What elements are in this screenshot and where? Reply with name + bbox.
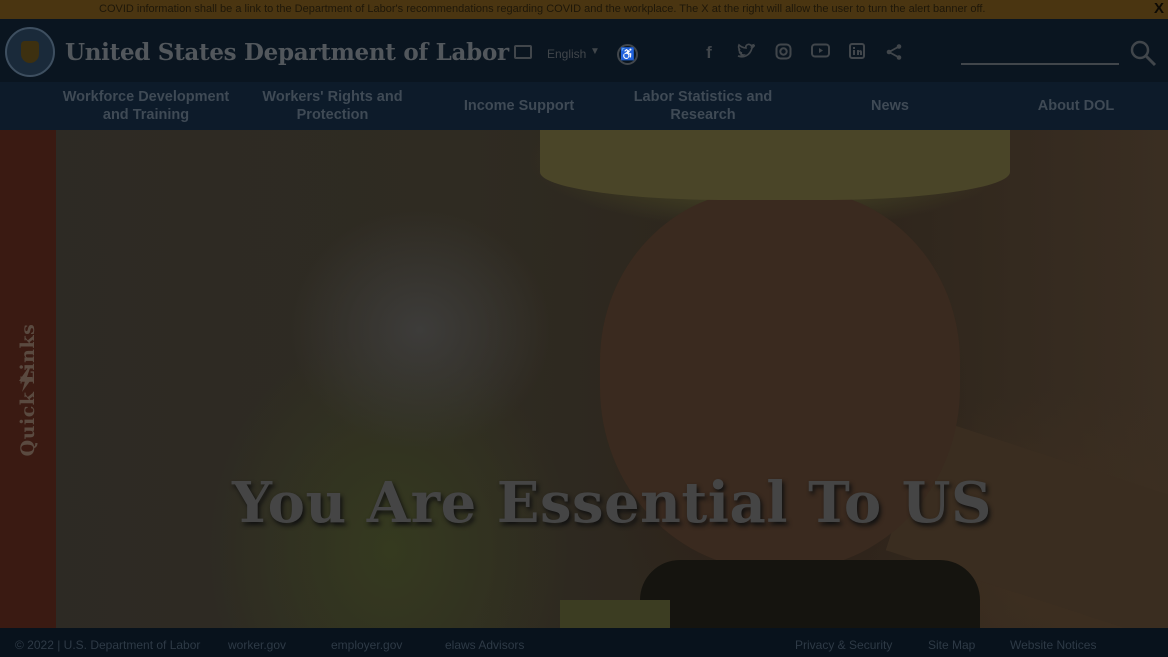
footer-link-worker-gov[interactable]: worker.gov: [228, 638, 286, 652]
hero-banner: You Are Essential To US: [0, 130, 1168, 628]
instagram-icon[interactable]: [772, 43, 794, 65]
hero-image-vest: [640, 560, 980, 628]
linkedin-icon[interactable]: [846, 43, 868, 64]
footer-link-employer-gov[interactable]: employer.gov: [331, 638, 402, 652]
alert-close-button[interactable]: X: [1154, 0, 1164, 17]
footer-link-website-notices[interactable]: Website Notices: [1010, 638, 1096, 652]
accessibility-icon[interactable]: ♿: [617, 44, 638, 65]
translate-icon[interactable]: [514, 45, 532, 59]
nav-item-workers-rights[interactable]: Workers' Rights and Protection: [260, 82, 405, 130]
lightning-bolt-icon: [16, 368, 36, 392]
nav-item-labor-statistics[interactable]: Labor Statistics and Research: [630, 82, 776, 130]
footer-link-elaws-advisors[interactable]: elaws Advisors: [445, 638, 524, 652]
language-selector[interactable]: English: [547, 47, 586, 61]
footer-link-privacy-security[interactable]: Privacy & Security: [795, 638, 892, 652]
site-footer: © 2022 | U.S. Department of Labor worker…: [0, 628, 1168, 657]
footer-copyright: © 2022 | U.S. Department of Labor: [15, 638, 201, 652]
hero-title-text: You Are Essential To US: [232, 470, 992, 536]
site-title[interactable]: United States Department of Labor: [65, 39, 509, 66]
footer-link-site-map[interactable]: Site Map: [928, 638, 975, 652]
share-icon[interactable]: [883, 43, 905, 66]
hero-title: You Are Essential To US: [0, 470, 1168, 536]
chevron-down-icon[interactable]: ▼: [590, 46, 600, 57]
nav-item-workforce-development[interactable]: Workforce Development and Training: [56, 82, 236, 130]
nav-item-news[interactable]: News: [840, 82, 940, 130]
alert-banner: COVID information shall be a link to the…: [0, 0, 1168, 19]
search-input[interactable]: [961, 41, 1119, 63]
facebook-icon[interactable]: f: [698, 43, 720, 63]
main-navigation: Workforce Development and Training Worke…: [0, 82, 1168, 130]
quick-links-tab[interactable]: Quick Links: [0, 130, 56, 628]
hero-image-hardhat: [540, 130, 1010, 200]
youtube-icon[interactable]: [809, 43, 831, 63]
search-icon[interactable]: [1129, 39, 1157, 67]
site-header: United States Department of Labor Englis…: [0, 19, 1168, 82]
nav-item-income-support[interactable]: Income Support: [440, 82, 598, 130]
alert-text[interactable]: COVID information shall be a link to the…: [99, 3, 985, 15]
search-underline: [961, 63, 1119, 65]
nav-item-about-dol[interactable]: About DOL: [1016, 82, 1136, 130]
hero-image-vest-stripe: [560, 600, 670, 628]
twitter-icon[interactable]: [735, 43, 757, 64]
dol-seal-logo[interactable]: [5, 27, 55, 77]
